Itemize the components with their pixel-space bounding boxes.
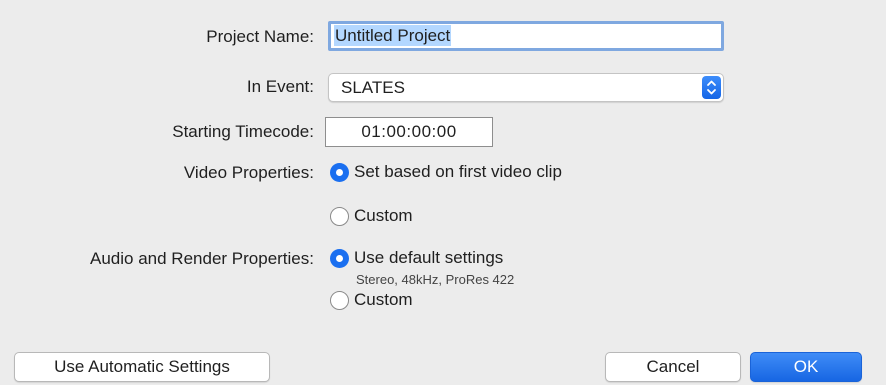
in-event-selected: SLATES (341, 78, 405, 97)
project-name-input[interactable]: Untitled Project (328, 21, 724, 51)
starting-timecode-label: Starting Timecode: (172, 122, 314, 141)
use-automatic-settings-button[interactable]: Use Automatic Settings (14, 352, 270, 382)
starting-timecode-input[interactable]: 01:00:00:00 (325, 117, 493, 147)
audio-default-radio[interactable]: Use default settings (330, 248, 503, 268)
audio-custom-radio[interactable]: Custom (330, 290, 413, 310)
up-down-chevron-icon[interactable] (702, 76, 721, 99)
video-first-clip-radio[interactable]: Set based on first video clip (330, 162, 562, 182)
ok-button[interactable]: OK (750, 352, 862, 382)
video-custom-label: Custom (354, 206, 413, 225)
radio-unselected-icon (330, 206, 349, 226)
new-project-dialog: Project Name: Untitled Project In Event:… (0, 0, 886, 385)
video-properties-label: Video Properties: (183, 163, 314, 182)
audio-render-properties-label: Audio and Render Properties: (90, 249, 314, 268)
video-custom-radio[interactable]: Custom (330, 206, 413, 226)
radio-unselected-icon (330, 290, 349, 310)
in-event-label: In Event: (246, 77, 314, 96)
project-name-value: Untitled Project (334, 25, 452, 46)
radio-selected-icon (330, 162, 349, 182)
radio-selected-icon (330, 248, 349, 268)
audio-default-label: Use default settings (354, 248, 504, 267)
in-event-popup[interactable]: SLATES (328, 73, 724, 102)
cancel-button[interactable]: Cancel (605, 352, 741, 382)
video-first-clip-label: Set based on first video clip (354, 162, 562, 181)
audio-custom-label: Custom (354, 290, 413, 309)
project-name-label: Project Name: (206, 27, 314, 46)
audio-default-detail: Stereo, 48kHz, ProRes 422 (356, 272, 515, 287)
